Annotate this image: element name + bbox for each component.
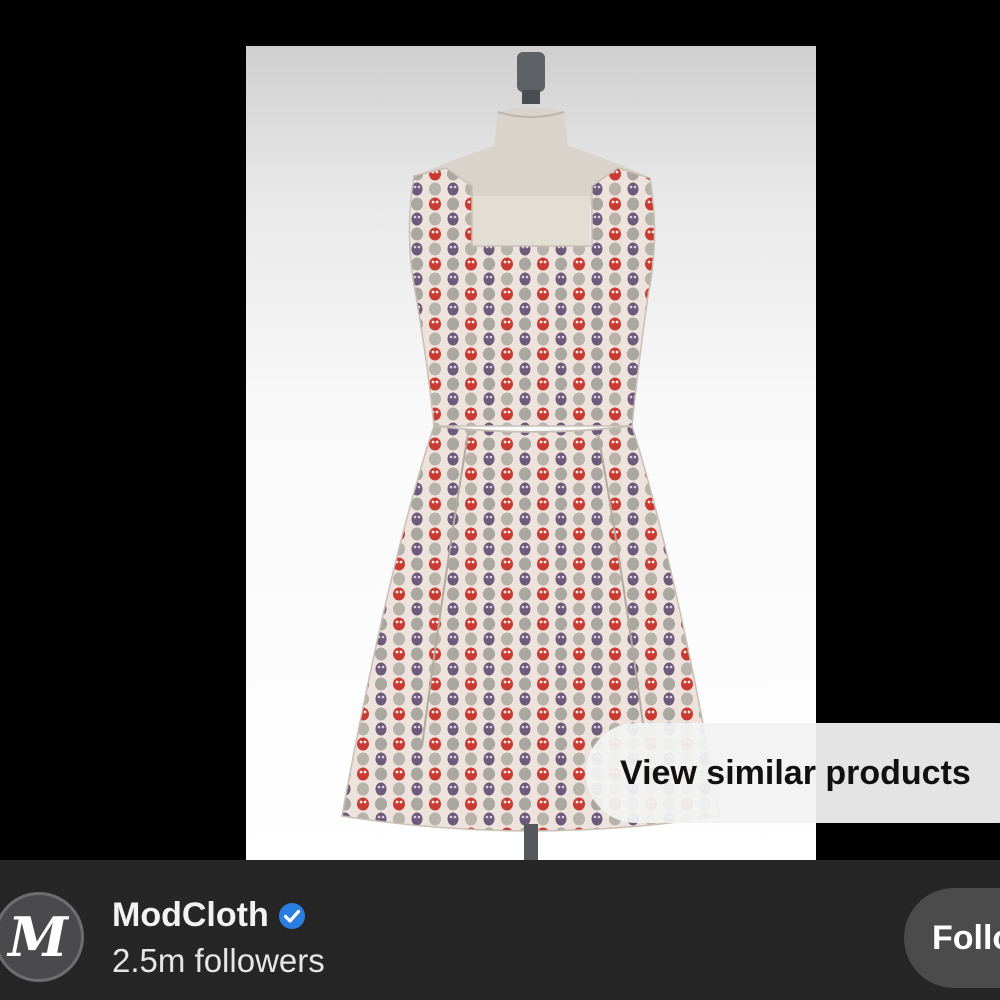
creator-name-row: ModCloth (112, 896, 307, 935)
image-viewer: View similar products (0, 0, 1000, 860)
creator-bar: M ModCloth 2.5m followers Follow (0, 860, 1000, 1000)
follower-count: 2.5m followers (112, 942, 325, 979)
avatar[interactable]: M (0, 892, 84, 982)
avatar-letter: M (8, 905, 68, 969)
view-similar-products-label: View similar products (620, 753, 971, 792)
follow-button[interactable]: Follow (904, 888, 1000, 988)
creator-name[interactable]: ModCloth (112, 896, 269, 935)
view-similar-products-button[interactable]: View similar products (586, 723, 1000, 823)
verified-badge-icon (278, 902, 305, 929)
